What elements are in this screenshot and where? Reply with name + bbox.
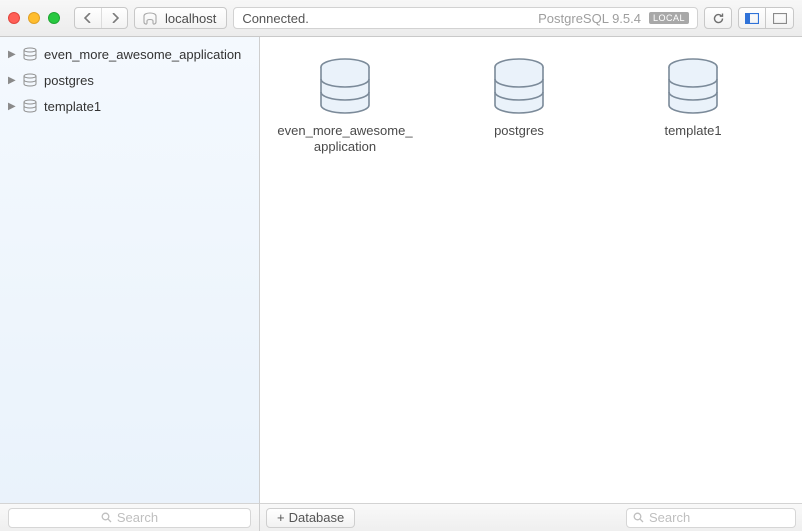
chevron-left-icon <box>84 13 92 23</box>
content-view-button[interactable] <box>766 7 794 29</box>
host-picker[interactable]: localhost <box>134 7 227 29</box>
reload-icon <box>712 12 725 25</box>
content-view-icon <box>773 13 787 24</box>
database-item-label: postgres <box>494 123 544 139</box>
elephant-icon <box>141 10 159 26</box>
search-icon <box>633 512 644 523</box>
main-footer: + Database Search <box>260 503 802 531</box>
database-large-icon <box>661 57 725 115</box>
disclosure-triangle-icon[interactable]: ▶ <box>8 75 16 86</box>
sidebar: ▶ even_more_awesome_application ▶ postgr… <box>0 37 260 531</box>
sidebar-item-label: postgres <box>44 73 94 88</box>
database-large-icon <box>313 57 377 115</box>
database-icon <box>22 99 38 113</box>
nav-buttons <box>74 7 128 29</box>
status-field: Connected. PostgreSQL 9.5.4 LOCAL <box>233 7 698 29</box>
sidebar-item-label: template1 <box>44 99 101 114</box>
zoom-window-button[interactable] <box>48 12 60 24</box>
database-large-icon <box>487 57 551 115</box>
status-text: Connected. <box>242 11 309 26</box>
minimize-window-button[interactable] <box>28 12 40 24</box>
forward-button[interactable] <box>101 8 127 28</box>
sidebar-view-icon <box>745 13 759 24</box>
close-window-button[interactable] <box>8 12 20 24</box>
search-placeholder: Search <box>649 510 690 525</box>
database-item[interactable]: template1 <box>618 57 768 139</box>
database-icon <box>22 73 38 87</box>
database-tree: ▶ even_more_awesome_application ▶ postgr… <box>0 37 259 503</box>
main-search-input[interactable]: Search <box>626 508 796 528</box>
database-item[interactable]: even_​more_​awesome_​application <box>270 57 420 155</box>
chevron-right-icon <box>111 13 119 23</box>
add-database-button[interactable]: + Database <box>266 508 355 528</box>
disclosure-triangle-icon[interactable]: ▶ <box>8 49 16 60</box>
server-version: PostgreSQL 9.5.4 <box>538 11 641 26</box>
database-item-label: even_​more_​awesome_​application <box>270 123 420 155</box>
host-label: localhost <box>165 11 216 26</box>
sidebar-item-db[interactable]: ▶ even_more_awesome_application <box>0 41 259 67</box>
add-database-label: Database <box>289 510 345 525</box>
local-badge: LOCAL <box>649 12 689 24</box>
disclosure-triangle-icon[interactable]: ▶ <box>8 101 16 112</box>
search-icon <box>101 512 112 523</box>
sidebar-search-input[interactable]: Search <box>8 508 251 528</box>
database-icon <box>22 47 38 61</box>
search-placeholder: Search <box>117 510 158 525</box>
reload-button[interactable] <box>704 7 732 29</box>
view-mode-toggle <box>738 7 794 29</box>
sidebar-item-db[interactable]: ▶ postgres <box>0 67 259 93</box>
sidebar-view-button[interactable] <box>738 7 766 29</box>
toolbar: localhost Connected. PostgreSQL 9.5.4 LO… <box>0 0 802 37</box>
window-controls <box>8 12 60 24</box>
sidebar-footer: Search <box>0 503 259 531</box>
sidebar-item-label: even_more_awesome_application <box>44 47 241 62</box>
database-item-label: template1 <box>664 123 721 139</box>
main-pane: even_​more_​awesome_​application postgre… <box>260 37 802 531</box>
back-button[interactable] <box>75 8 101 28</box>
database-grid: even_​more_​awesome_​application postgre… <box>260 37 802 503</box>
plus-icon: + <box>277 510 285 525</box>
database-item[interactable]: postgres <box>444 57 594 139</box>
sidebar-item-db[interactable]: ▶ template1 <box>0 93 259 119</box>
